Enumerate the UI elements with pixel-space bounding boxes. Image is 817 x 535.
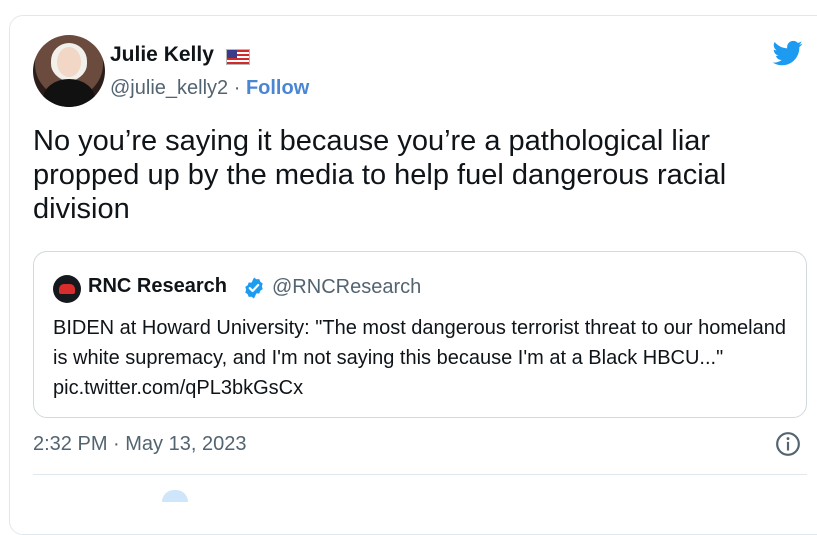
info-icon[interactable] [775,431,801,457]
us-flag-icon [226,49,250,65]
tweet-text: No you’re saying it because you’re a pat… [33,125,727,225]
follow-button[interactable]: Follow [246,77,309,99]
author-handle[interactable]: @julie_kelly2 [110,77,228,99]
footer-divider [33,474,807,475]
avatar-body [43,79,95,107]
verified-badge-icon [245,277,263,299]
rnc-elephant-icon [59,284,75,294]
quoted-tweet[interactable]: RNC Research @RNCResearch BIDEN at Howar… [33,251,807,418]
author-name[interactable]: Julie Kelly [110,43,214,67]
quoted-author-name[interactable]: RNC Research [88,275,227,298]
author-avatar[interactable] [33,35,105,107]
tweet-timestamp[interactable]: 2:32 PM · May 13, 2023 [33,433,246,456]
avatar-face [57,47,81,77]
quoted-handle[interactable]: @RNCResearch [272,276,421,299]
quoted-text: BIDEN at Howard University: "The most da… [53,317,786,399]
quoted-avatar[interactable] [53,275,81,303]
author-handle-row: @julie_kelly2 · Follow [110,77,309,100]
twitter-bird-icon[interactable] [770,38,806,68]
handle-separator: · [233,77,241,99]
